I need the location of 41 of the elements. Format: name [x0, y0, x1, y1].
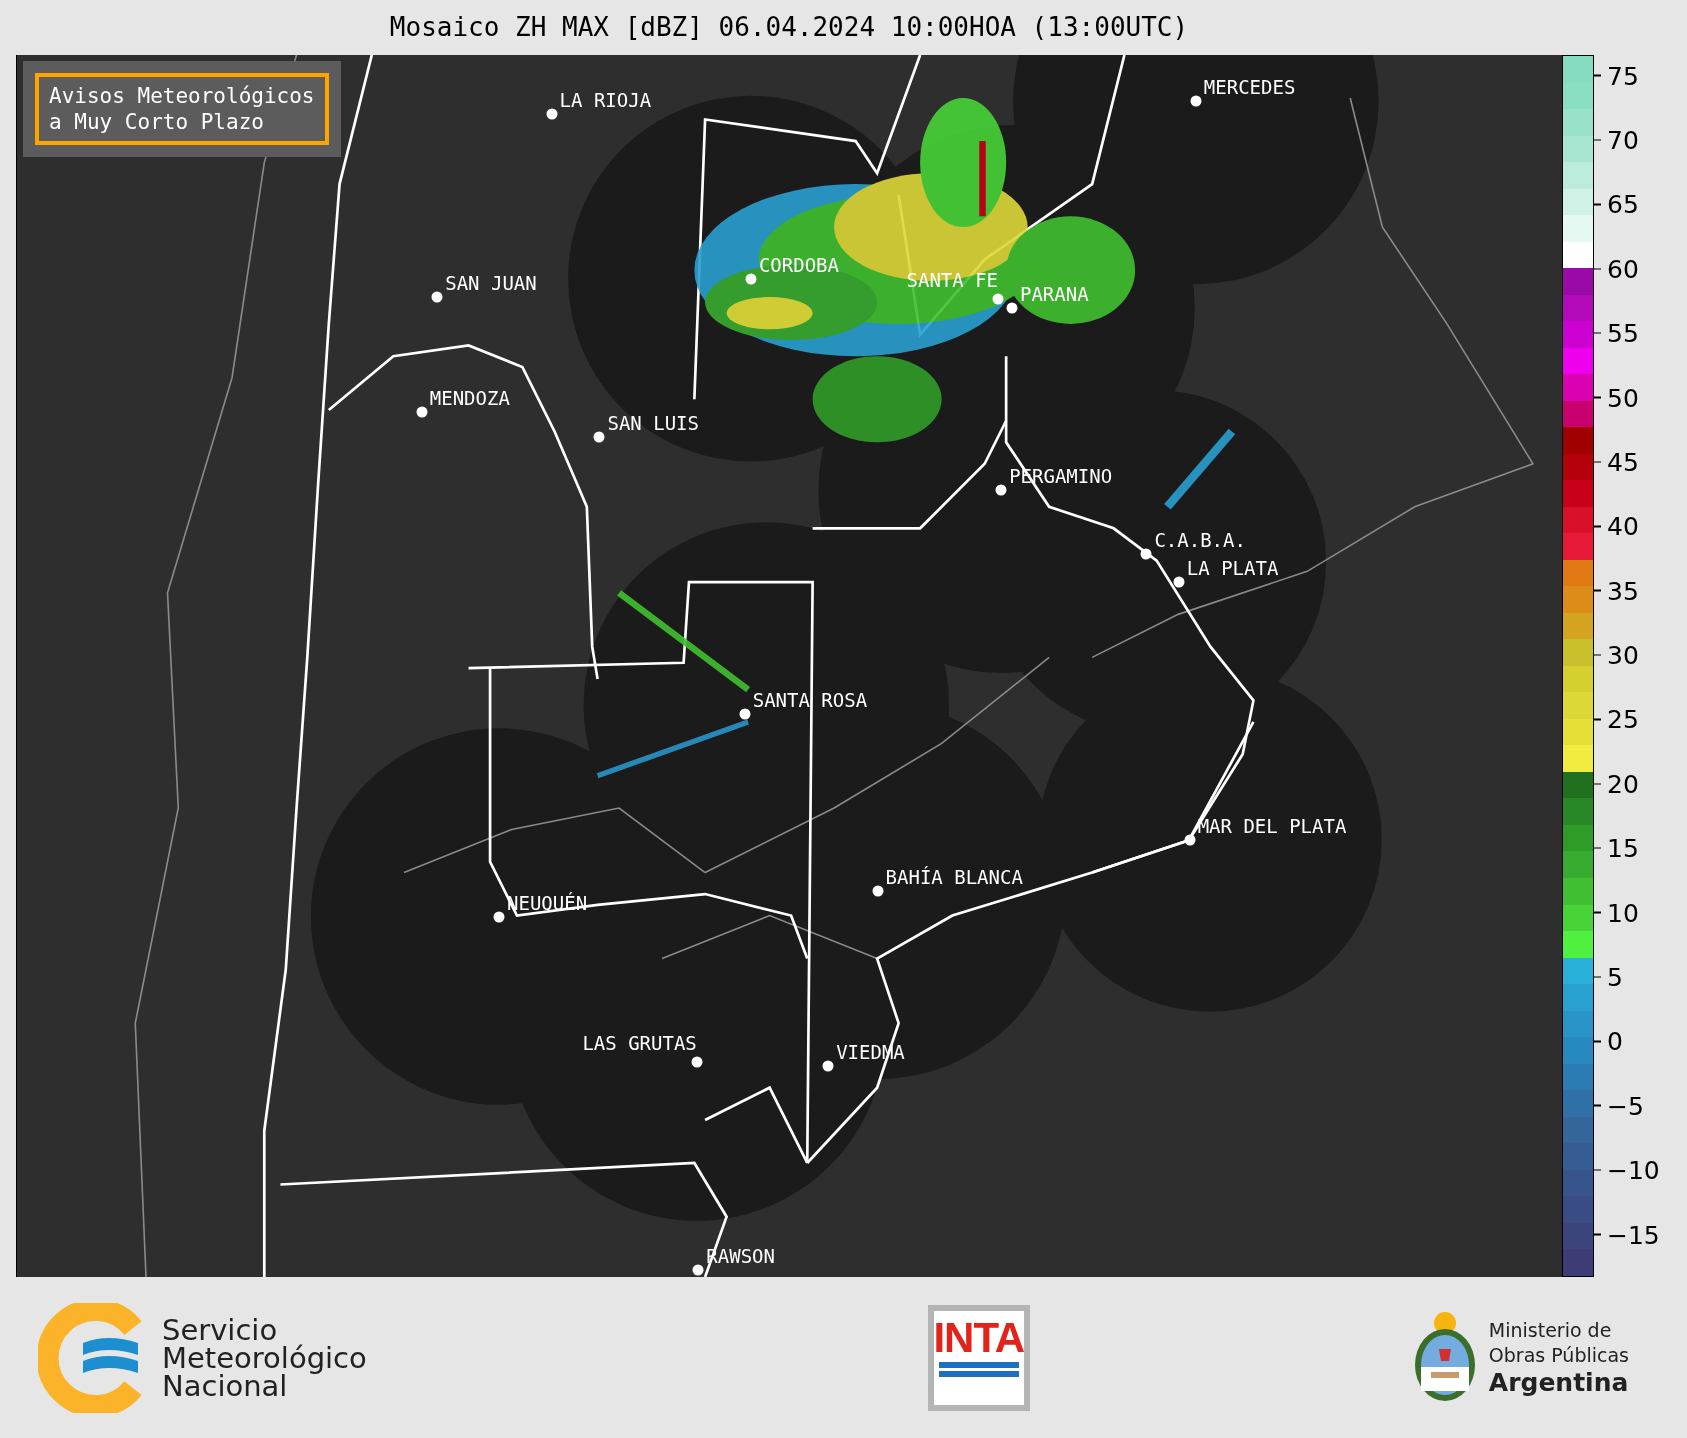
ministry-logo-text: Argentina: [1488, 1367, 1629, 1398]
city-label: BAHÍA BLANCA: [885, 868, 1023, 888]
scale-tick-label: −15: [1607, 1222, 1660, 1247]
scale-tick-label: 0: [1607, 1028, 1623, 1054]
city-label: LA PLATA: [1186, 558, 1279, 578]
scale-tick-label: 45: [1607, 449, 1639, 475]
smn-logo-text: Meteorológico: [162, 1343, 367, 1372]
inta-logo-text: INTA: [933, 1316, 1025, 1359]
scale-tick-label: 40: [1607, 513, 1639, 539]
city-label: SAN JUAN: [445, 274, 537, 294]
notice-text: Avisos Meteorológicos: [49, 83, 315, 109]
scale-tick-label: 35: [1607, 578, 1639, 604]
city-label: SAN LUIS: [607, 414, 699, 434]
scale-tick-label: 20: [1607, 771, 1639, 797]
ministry-logo-text: Ministerio de: [1488, 1317, 1613, 1343]
smn-logo-text: Servicio: [162, 1315, 278, 1344]
city-label: SANTA ROSA: [752, 690, 868, 710]
scale-tick-label: 30: [1607, 642, 1639, 668]
map-title: Mosaico ZH MAX [dBZ] 06.04.2024 10:00HOA (13:00UTC): [388, 11, 1190, 44]
scale-tick-label: 5: [1607, 964, 1623, 990]
city-label: LAS GRUTAS: [582, 1033, 697, 1053]
city-label: C.A.B.A.: [1154, 530, 1246, 550]
scale-tick-label: 70: [1607, 127, 1639, 153]
scale-tick-label: 60: [1607, 256, 1639, 282]
scale-tick-label: 75: [1607, 63, 1639, 89]
scale-tick-label: 55: [1607, 320, 1639, 346]
city-label: MERCEDES: [1203, 78, 1296, 98]
city-label: PARANA: [1019, 285, 1089, 305]
scale-tick-label: 15: [1607, 835, 1639, 861]
scale-tick-label: −5: [1607, 1093, 1644, 1119]
smn-logo-text: Nacional: [162, 1371, 288, 1400]
scale-tick-label: −10: [1607, 1157, 1660, 1183]
scale-tick-label: 25: [1607, 706, 1639, 732]
city-label: LA RIOJA: [559, 90, 652, 110]
city-label: MENDOZA: [429, 389, 510, 408]
city-label: CORDOBA: [758, 255, 839, 275]
scale-tick-label: 65: [1607, 191, 1639, 217]
ministry-logo-text: Obras Públicas: [1488, 1342, 1629, 1368]
notice-text: a Muy Corto Plazo: [49, 109, 265, 135]
scale-tick-label: 50: [1607, 385, 1639, 410]
scale-tick-label: 10: [1607, 900, 1639, 926]
